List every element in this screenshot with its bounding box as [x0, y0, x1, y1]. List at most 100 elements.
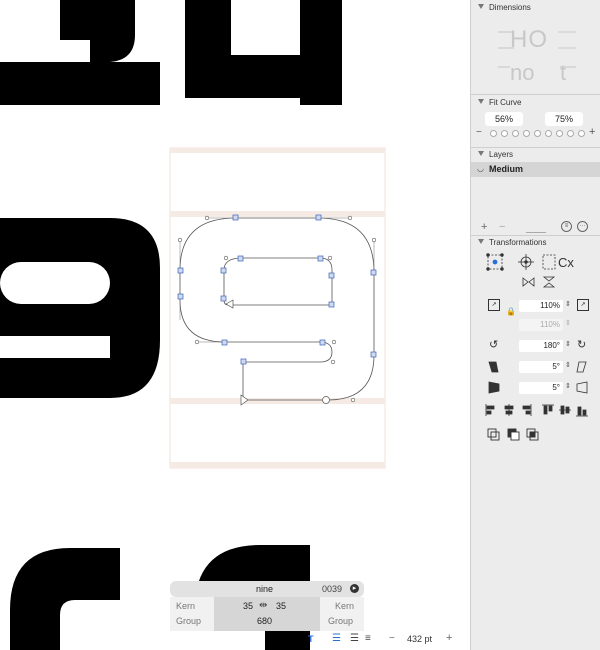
fit-curve-dot[interactable]	[501, 130, 508, 137]
union-icon[interactable]	[487, 428, 500, 441]
dimensions-preview-bottom-left: no	[510, 60, 535, 85]
layer-row-selected[interactable]: ◡ Medium	[471, 162, 600, 177]
zoom-out-button[interactable]: −	[389, 633, 395, 644]
fit-curve-dot[interactable]	[512, 130, 519, 137]
glyph-canvas[interactable]: nine 0039 ▸ Kern Group Kern Group 35 ⇹ 3…	[0, 0, 470, 650]
layer-name: Medium	[489, 164, 524, 174]
mirror-horizontal-icon[interactable]	[522, 277, 535, 287]
mirror-vertical-icon[interactable]	[542, 276, 556, 288]
dimensions-preview-top: HO	[510, 26, 548, 53]
crosshair-icon[interactable]	[518, 254, 534, 270]
glyph-info-box: nine 0039 ▸ Kern Group Kern Group 35 ⇹ 3…	[170, 581, 364, 631]
align-center-icon[interactable]	[504, 404, 514, 416]
fit-curve-title: Fit Curve	[489, 98, 522, 107]
dimensions-panel-header[interactable]: Dimensions	[471, 0, 600, 15]
go-arrow-icon[interactable]: ▸	[350, 584, 359, 593]
align-right-icon[interactable]: ☰	[350, 633, 359, 644]
layer-eye-icon[interactable]: ◡	[477, 164, 484, 173]
skew-up-icon[interactable]	[488, 381, 500, 394]
fit-curve-dot[interactable]	[556, 130, 563, 137]
transformations-title: Transformations	[489, 238, 547, 247]
fit-curve-panel-header[interactable]: Fit Curve	[471, 95, 600, 110]
rotate-right-icon[interactable]: ↻	[577, 338, 586, 351]
zoom-value[interactable]: 432 pt	[407, 634, 432, 644]
skew-down-icon[interactable]	[576, 381, 588, 394]
fit-curve-dot[interactable]	[523, 130, 530, 137]
dimensions-title: Dimensions	[489, 3, 531, 12]
group-label-left: Group	[176, 616, 202, 626]
text-tool-icon[interactable]: T	[308, 634, 314, 644]
glyph-unicode[interactable]: 0039	[322, 584, 342, 594]
align-right-edge-icon[interactable]	[522, 404, 532, 416]
fit-curve-left-field[interactable]: 56%	[485, 112, 523, 126]
fit-curve-dot[interactable]	[490, 130, 497, 137]
skew-vertical-field[interactable]: 5°	[519, 382, 563, 394]
left-sidebearing[interactable]: 35	[243, 601, 253, 611]
inspector-sidebar: Dimensions HO no t Fit Curve 56% 75% − +…	[470, 0, 600, 650]
canvas-drawing[interactable]	[0, 0, 470, 650]
fit-curve-dot[interactable]	[567, 130, 574, 137]
disclosure-triangle-icon[interactable]	[478, 151, 484, 156]
skew-vertical-stepper-icon[interactable]: ⇕	[565, 382, 573, 394]
layer-name-field[interactable]	[526, 232, 546, 233]
align-left-edge-icon[interactable]	[485, 404, 495, 416]
glyph-width[interactable]: 680	[257, 616, 272, 626]
glyph-name[interactable]: nine	[256, 584, 273, 594]
transform-origin-icons: Cx	[486, 253, 574, 288]
layers-title: Layers	[489, 150, 514, 159]
right-sidebearing[interactable]: 35	[276, 601, 286, 611]
neighbour-glyph-middle	[0, 218, 160, 398]
skew-right-icon[interactable]	[576, 361, 587, 373]
add-layer-button[interactable]: +	[481, 221, 487, 233]
align-top-icon[interactable]	[542, 404, 554, 415]
scale-field[interactable]: 110%	[519, 300, 563, 312]
align-middle-icon[interactable]	[559, 405, 571, 415]
skew-horizontal-stepper-icon[interactable]: ⇕	[565, 361, 573, 373]
scale-apply-icon[interactable]: ↗	[577, 299, 589, 311]
rotate-left-icon[interactable]: ↺	[489, 338, 498, 351]
fit-curve-dot[interactable]	[578, 130, 585, 137]
boolean-icons	[487, 428, 539, 441]
justify-icon[interactable]: ≡	[365, 633, 371, 644]
kern-label-right: Kern	[335, 601, 355, 611]
lock-icon[interactable]: 🔒	[506, 307, 516, 316]
disclosure-triangle-icon[interactable]	[478, 4, 484, 9]
skew-left-icon[interactable]	[488, 361, 499, 373]
disclosure-triangle-icon[interactable]	[478, 99, 484, 104]
layers-panel-header[interactable]: Layers	[471, 147, 600, 162]
fit-curve-dot[interactable]	[545, 130, 552, 137]
svg-text:Cx: Cx	[558, 255, 574, 270]
scale-stepper-icon[interactable]: ⇕	[565, 300, 573, 312]
dimensions-preview-bottom-right: t	[560, 60, 567, 85]
align-left-icon[interactable]: ☰	[332, 633, 341, 644]
transformations-panel-header[interactable]: Transformations	[471, 235, 600, 250]
layer-options-icon[interactable]: ···	[577, 221, 588, 232]
layer-settings-icon[interactable]: ≡	[561, 221, 572, 232]
origin-grid-icon[interactable]	[486, 253, 504, 271]
canvas-bottom-bar: T ☰ ☰ ≡ − 432 pt +	[300, 630, 470, 650]
scale-vertical-field[interactable]: 110%	[519, 319, 563, 331]
subtract-icon[interactable]	[507, 428, 520, 441]
fit-curve-plus-button[interactable]: +	[589, 126, 595, 138]
fit-curve-dot[interactable]	[534, 130, 541, 137]
align-icons	[485, 404, 588, 417]
rotate-field[interactable]: 180°	[519, 340, 563, 352]
metrics-link-icon[interactable]: ⇹	[259, 600, 267, 611]
rotate-stepper-icon[interactable]: ⇕	[565, 340, 573, 352]
selection-bounds-icon[interactable]: Cx	[542, 254, 574, 270]
fit-curve-right-field[interactable]: 75%	[545, 112, 583, 126]
scale-icon[interactable]: ↗	[488, 299, 500, 311]
kern-label-left: Kern	[176, 601, 196, 611]
intersect-icon[interactable]	[526, 428, 539, 441]
fit-curve-minus-button[interactable]: −	[476, 127, 482, 138]
group-label-right: Group	[328, 616, 354, 626]
dimensions-preview[interactable]: HO no t	[496, 22, 586, 92]
glyph-box	[169, 147, 386, 469]
zoom-in-button[interactable]: +	[446, 632, 452, 644]
disclosure-triangle-icon[interactable]	[478, 239, 484, 244]
remove-layer-button[interactable]: −	[499, 221, 505, 233]
neighbour-glyph-top	[0, 0, 342, 105]
align-bottom-icon[interactable]	[576, 406, 588, 417]
scale-vertical-stepper-icon[interactable]: ⇕	[565, 319, 573, 331]
skew-horizontal-field[interactable]: 5°	[519, 361, 563, 373]
